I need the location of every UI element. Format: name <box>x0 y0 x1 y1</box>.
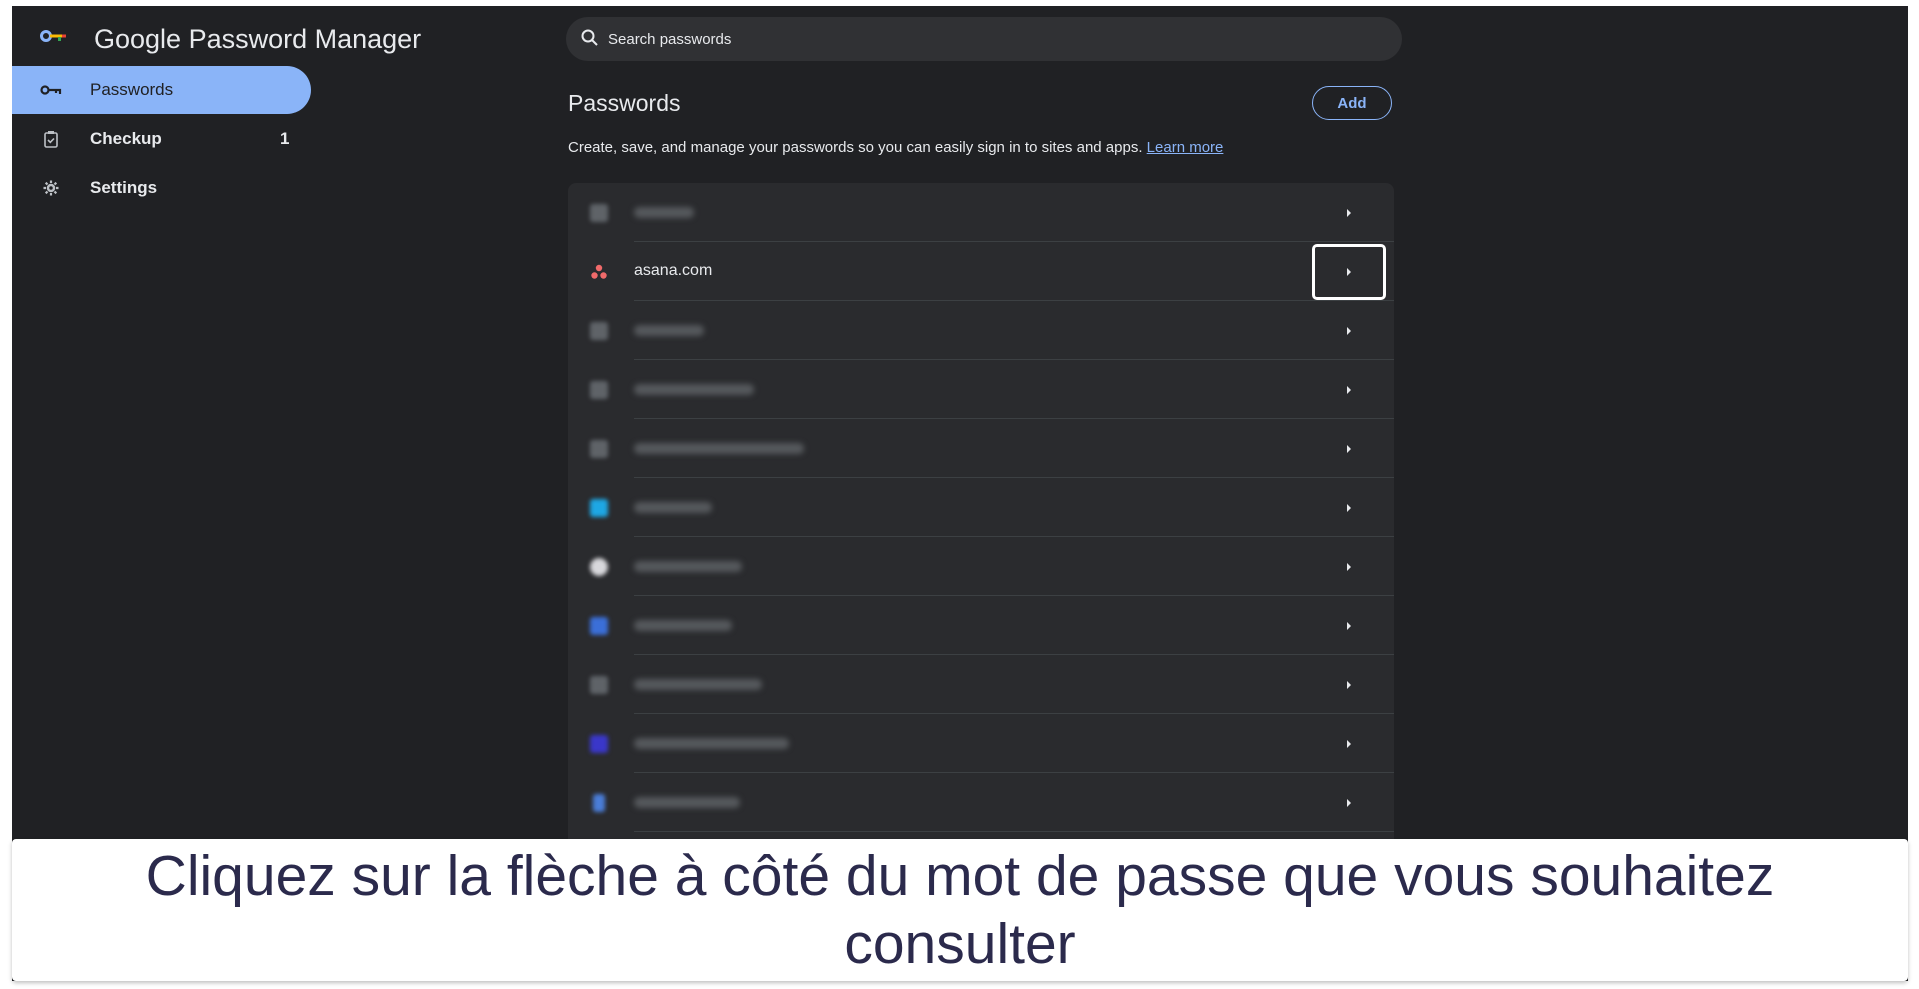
redacted-site-name <box>634 207 694 218</box>
password-manager-logo-icon <box>40 28 70 44</box>
sidebar-item-label: Passwords <box>90 80 174 99</box>
chevron-right-icon <box>1347 327 1351 335</box>
open-entry-button[interactable] <box>1320 429 1378 469</box>
asana-favicon-icon <box>590 263 608 281</box>
chevron-right-icon <box>1347 504 1351 512</box>
password-row[interactable] <box>568 360 1394 419</box>
site-favicon-icon <box>590 499 608 517</box>
redacted-site-name <box>634 561 742 572</box>
redacted-site-name <box>634 738 789 749</box>
password-row-asana[interactable]: asana.com <box>568 242 1394 301</box>
site-favicon-icon <box>590 204 608 222</box>
add-password-button[interactable]: Add <box>1312 86 1392 120</box>
password-list: asana.com <box>568 183 1394 883</box>
password-row[interactable] <box>568 478 1394 537</box>
site-favicon-icon <box>593 794 605 812</box>
search-icon <box>580 28 600 53</box>
clipboard-check-icon <box>40 128 62 150</box>
description-text: Create, save, and manage your passwords … <box>568 139 1143 156</box>
site-favicon-icon <box>590 381 608 399</box>
open-entry-button[interactable] <box>1320 724 1378 764</box>
open-entry-button[interactable] <box>1320 311 1378 351</box>
chevron-right-icon <box>1347 563 1351 571</box>
password-row[interactable] <box>568 537 1394 596</box>
redacted-site-name <box>634 443 804 454</box>
redacted-site-name <box>634 384 754 395</box>
sidebar-item-passwords[interactable]: Passwords <box>12 66 311 114</box>
sidebar-item-label: Settings <box>90 178 158 197</box>
site-favicon-icon <box>590 322 608 340</box>
redacted-site-name <box>634 620 732 631</box>
open-entry-button[interactable] <box>1320 488 1378 528</box>
sidebar-item-settings[interactable]: Settings <box>12 164 311 212</box>
open-entry-button[interactable] <box>1320 547 1378 587</box>
open-entry-button[interactable] <box>1320 606 1378 646</box>
chevron-right-icon <box>1347 268 1351 276</box>
page-title: Passwords <box>568 90 681 116</box>
chevron-right-icon <box>1347 622 1351 630</box>
instruction-caption: Cliquez sur la flèche à côté du mot de p… <box>12 839 1908 981</box>
site-favicon-icon <box>590 558 608 576</box>
search-input[interactable] <box>608 17 1368 61</box>
password-row[interactable] <box>568 596 1394 655</box>
password-manager-window: Google Password Manager Passwords Checku… <box>12 6 1908 981</box>
brand-logo <box>40 28 70 44</box>
site-name: asana.com <box>634 262 713 279</box>
open-entry-button[interactable] <box>1320 783 1378 823</box>
chevron-right-icon <box>1347 445 1351 453</box>
open-entry-button[interactable] <box>1320 665 1378 705</box>
learn-more-link[interactable]: Learn more <box>1147 139 1224 156</box>
password-row[interactable] <box>568 773 1394 832</box>
checkup-count-badge: 1 <box>280 129 290 148</box>
row-divider <box>634 831 1394 832</box>
open-entry-button[interactable] <box>1320 370 1378 410</box>
password-row[interactable] <box>568 419 1394 478</box>
redacted-site-name <box>634 797 740 808</box>
site-favicon-icon <box>590 676 608 694</box>
password-row[interactable] <box>568 655 1394 714</box>
password-row[interactable] <box>568 183 1394 242</box>
chevron-right-icon <box>1347 209 1351 217</box>
sidebar-item-label: Checkup <box>90 129 162 148</box>
chevron-right-icon <box>1347 681 1351 689</box>
site-favicon-icon <box>590 440 608 458</box>
gear-icon <box>40 177 62 199</box>
site-favicon-icon <box>590 735 608 753</box>
password-row[interactable] <box>568 301 1394 360</box>
page-description: Create, save, and manage your passwords … <box>568 139 1223 156</box>
redacted-site-name <box>634 679 762 690</box>
open-entry-button-highlighted[interactable] <box>1312 244 1386 300</box>
open-entry-button[interactable] <box>1320 193 1378 233</box>
password-row[interactable] <box>568 714 1394 773</box>
chevron-right-icon <box>1347 386 1351 394</box>
app-title: Google Password Manager <box>94 24 422 54</box>
search-bar[interactable] <box>566 17 1402 61</box>
chevron-right-icon <box>1347 799 1351 807</box>
key-icon <box>40 79 62 101</box>
site-favicon-icon <box>590 617 608 635</box>
redacted-site-name <box>634 325 704 336</box>
chevron-right-icon <box>1347 740 1351 748</box>
redacted-site-name <box>634 502 712 513</box>
sidebar-item-checkup[interactable]: Checkup 1 <box>12 115 311 163</box>
